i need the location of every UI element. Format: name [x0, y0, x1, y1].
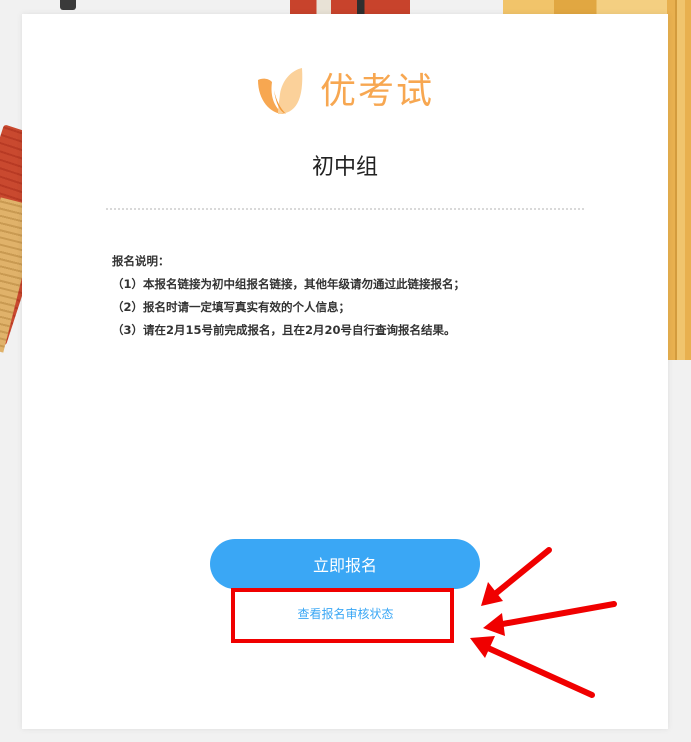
logo-leaf-icon — [258, 68, 303, 114]
notes-item: （2）报名时请一定填写真实有效的个人信息； — [112, 300, 350, 314]
divider — [106, 208, 584, 210]
logo: 优考试 — [252, 58, 434, 118]
signup-button[interactable]: 立即报名 — [210, 539, 480, 589]
notes-item: （3）请在2月15号前完成报名，且在2月20号自行查询报名结果。 — [112, 323, 456, 337]
background-pencils — [290, 0, 410, 14]
check-status-link[interactable]: 查看报名审核状态 — [237, 592, 454, 634]
registration-card: 优考试 初中组 报名说明： （1）本报名链接为初中组报名链接，其他年级请勿通过此… — [22, 14, 668, 729]
page-title: 初中组 — [311, 155, 378, 180]
notes-item: （1）本报名链接为初中组报名链接，其他年级请勿通过此链接报名； — [112, 277, 465, 291]
registration-notes: 报名说明： （1）本报名链接为初中组报名链接，其他年级请勿通过此链接报名； （2… — [112, 250, 465, 342]
background-decoration — [60, 0, 76, 10]
notes-heading: 报名说明： — [112, 254, 170, 268]
background-pencils — [667, 0, 691, 360]
logo-text: 优考试 — [320, 71, 435, 112]
background-pencils — [503, 0, 673, 14]
